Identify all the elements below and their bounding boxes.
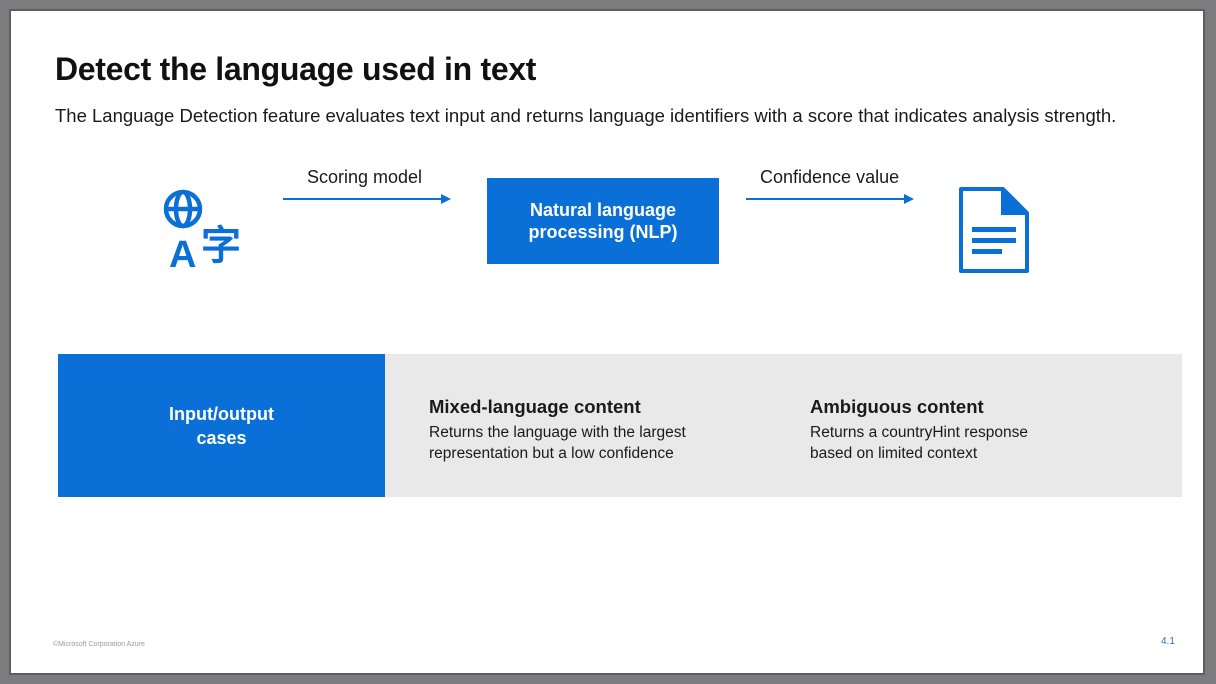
case-description: Returns the language with the largest re… bbox=[429, 424, 686, 462]
svg-text:A: A bbox=[169, 234, 196, 271]
slide-subtitle: The Language Detection feature evaluates… bbox=[55, 105, 1117, 126]
cases-band: Input/output cases Mixed-language conten… bbox=[58, 354, 1182, 497]
case-description: Returns a countryHint response based on … bbox=[810, 424, 1028, 462]
cases-label-box: Input/output cases bbox=[58, 354, 385, 497]
case-title: Ambiguous content bbox=[810, 396, 984, 417]
case-mixed-language: Mixed-language content Returns the langu… bbox=[429, 396, 709, 464]
language-translate-icon: A 字 bbox=[161, 187, 251, 276]
nlp-label: Natural language processing (NLP) bbox=[528, 200, 678, 242]
svg-text:字: 字 bbox=[201, 223, 241, 269]
copyright-text: ©Microsoft Corporation Azure bbox=[53, 641, 145, 648]
page-number: 4.1 bbox=[1161, 636, 1175, 647]
cases-label: Input/output cases bbox=[169, 403, 274, 448]
confidence-value-label: Confidence value bbox=[760, 167, 900, 187]
case-title: Mixed-language content bbox=[429, 396, 641, 417]
scoring-model-label: Scoring model bbox=[307, 167, 423, 187]
document-icon bbox=[957, 185, 1031, 280]
nlp-box: Natural language processing (NLP) bbox=[487, 178, 719, 264]
slide: Detect the language used in text The Lan… bbox=[9, 9, 1205, 675]
arrow-to-nlp bbox=[283, 194, 451, 204]
arrow-to-output bbox=[746, 194, 914, 204]
slide-title: Detect the language used in text bbox=[55, 51, 537, 87]
case-ambiguous: Ambiguous content Returns a countryHint … bbox=[810, 396, 1050, 464]
